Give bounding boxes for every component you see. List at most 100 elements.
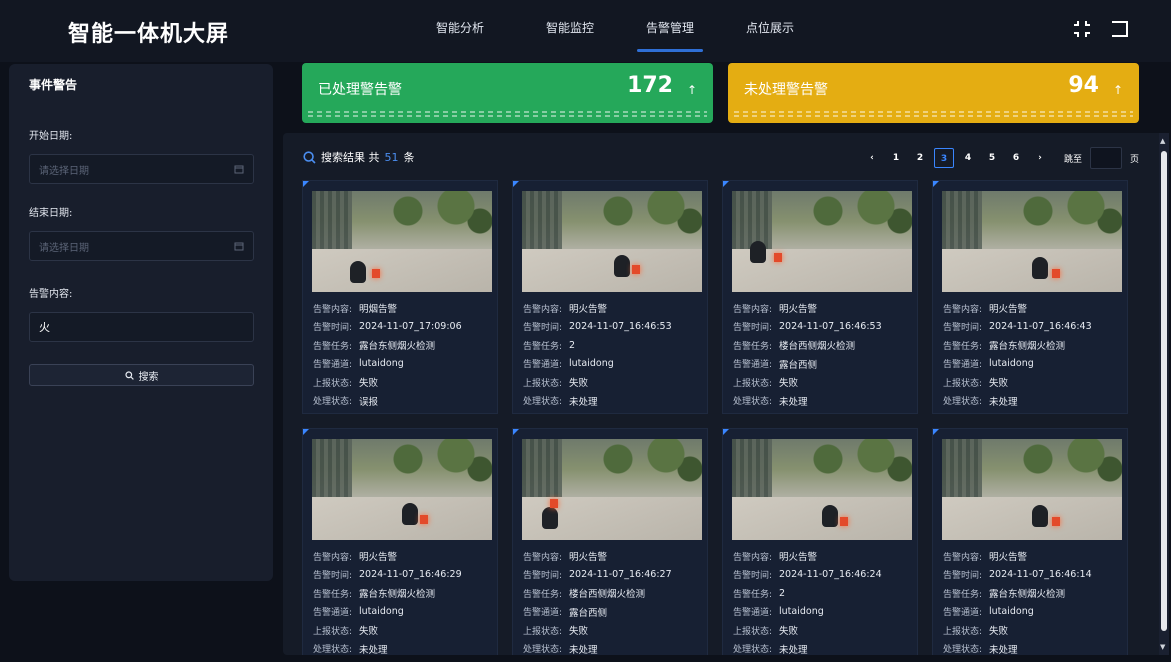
info-row-content: 告警内容: 明火告警: [943, 547, 1123, 566]
report-status-value: 失败: [569, 378, 589, 390]
field-label: 告警任务:: [733, 589, 773, 600]
alarm-card[interactable]: 告警内容: 明火告警 告警时间: 2024-11-07_16:46:14 告警任务:…: [932, 428, 1128, 655]
card-corner-marker: [933, 181, 939, 187]
alarm-card[interactable]: 告警内容: 明火告警 告警时间: 2024-11-07_16:46:27 告警任务:…: [512, 428, 708, 655]
page-button-2[interactable]: 2: [910, 148, 930, 168]
card-corner-marker: [303, 429, 309, 435]
decorative-dash-pattern: [308, 109, 707, 117]
field-label: 处理状态:: [313, 645, 353, 655]
field-label: 处理状态:: [523, 397, 563, 408]
page-next-button[interactable]: ›: [1030, 148, 1050, 168]
report-status-value: 失败: [989, 626, 1009, 638]
search-icon: [124, 370, 134, 380]
report-status-value: 失败: [359, 626, 379, 638]
field-label: 上报状态:: [313, 626, 353, 637]
alarm-channel-value: lutaidong: [989, 606, 1034, 618]
alarm-info: 告警内容: 明火告警 告警时间: 2024-11-07_16:46:24 告警任务:…: [733, 547, 913, 655]
alarm-time-value: 2024-11-07_16:46:24: [779, 569, 882, 581]
info-row-time: 告警时间: 2024-11-07_16:46:14: [943, 566, 1123, 585]
results-scrollbar[interactable]: ▲ ▼: [1159, 133, 1169, 655]
alarm-snapshot-image[interactable]: [732, 439, 912, 540]
main-nav: 智能分析 智能监控 告警管理 点位展示: [400, 0, 820, 62]
filter-sidebar: 事件警告 开始日期: 请选择日期 结束日期: 请选择日期 告警内容: 火 搜索: [9, 64, 273, 581]
nav-tab-point-display[interactable]: 点位展示: [720, 0, 820, 62]
search-button[interactable]: 搜索: [29, 364, 254, 386]
alarm-snapshot-image[interactable]: [942, 191, 1122, 292]
report-status-value: 失败: [569, 626, 589, 638]
card-corner-marker: [303, 181, 309, 187]
alarm-channel-value: lutaidong: [989, 358, 1034, 370]
field-label: 告警任务:: [313, 589, 353, 600]
alarm-content-input[interactable]: 火: [29, 312, 254, 342]
info-row-time: 告警时间: 2024-11-07_16:46:27: [523, 566, 703, 585]
alarm-snapshot-image[interactable]: [312, 439, 492, 540]
scroll-thumb[interactable]: [1161, 151, 1167, 631]
start-date-input[interactable]: 请选择日期: [29, 154, 254, 184]
info-row-time: 告警时间: 2024-11-07_16:46:29: [313, 566, 493, 585]
field-label: 告警任务:: [733, 341, 773, 352]
page-button-1[interactable]: 1: [886, 148, 906, 168]
sidebar-title: 事件警告: [29, 78, 78, 92]
page-button-6[interactable]: 6: [1006, 148, 1026, 168]
alarm-card[interactable]: 告警内容: 明火告警 告警时间: 2024-11-07_16:46:53 告警任务:…: [722, 180, 918, 414]
alarm-card[interactable]: 告警内容: 明火告警 告警时间: 2024-11-07_16:46:29 告警任务:…: [302, 428, 498, 655]
calendar-icon: [234, 242, 244, 251]
scroll-up-icon[interactable]: ▲: [1160, 137, 1165, 145]
nav-tab-monitor[interactable]: 智能监控: [520, 0, 620, 62]
alarm-card[interactable]: 告警内容: 明火告警 告警时间: 2024-11-07_16:46:53 告警任务:…: [512, 180, 708, 414]
info-row-report: 上报状态: 失败: [943, 373, 1123, 392]
alarm-card[interactable]: 告警内容: 明火告警 告警时间: 2024-11-07_16:46:43 告警任务:…: [932, 180, 1128, 414]
info-row-channel: 告警通道: lutaidong: [523, 355, 703, 374]
end-date-input[interactable]: 请选择日期: [29, 231, 254, 261]
snapshot-trees: [792, 191, 912, 241]
alarm-time-value: 2024-11-07_16:46:27: [569, 569, 672, 581]
page-button-4[interactable]: 4: [958, 148, 978, 168]
page-button-5[interactable]: 5: [982, 148, 1002, 168]
alarm-content-value: 明火告警: [569, 304, 608, 316]
field-label: 告警时间:: [313, 323, 353, 334]
nav-tab-analysis[interactable]: 智能分析: [400, 0, 520, 62]
alarm-content-value: 火: [39, 321, 50, 334]
snapshot-person: [350, 261, 366, 283]
report-status-value: 失败: [779, 626, 799, 638]
alarm-snapshot-image[interactable]: [522, 191, 702, 292]
snapshot-trees: [792, 439, 912, 489]
field-label: 上报状态:: [523, 378, 563, 389]
nav-tab-alarm-management[interactable]: 告警管理: [620, 0, 720, 62]
alarm-content-value: 明火告警: [569, 552, 608, 564]
field-label: 告警通道:: [523, 608, 563, 619]
alarm-snapshot-image[interactable]: [522, 439, 702, 540]
calendar-icon: [234, 165, 244, 174]
card-corner-marker: [723, 429, 729, 435]
info-row-channel: 告警通道: lutaidong: [943, 603, 1123, 622]
field-label: 告警内容:: [733, 304, 773, 315]
alarm-snapshot-image[interactable]: [312, 191, 492, 292]
field-label: 处理状态:: [733, 645, 773, 655]
alarm-card[interactable]: 告警内容: 明烟告警 告警时间: 2024-11-07_17:09:06 告警任务:…: [302, 180, 498, 414]
snapshot-person: [750, 241, 766, 263]
info-row-status: 处理状态: 误报: [313, 392, 493, 411]
field-label: 告警时间:: [943, 323, 983, 334]
field-label: 告警任务:: [313, 341, 353, 352]
field-label: 告警时间:: [313, 571, 353, 582]
info-row-status: 处理状态: 未处理: [733, 640, 913, 655]
logout-icon[interactable]: [1109, 18, 1131, 40]
info-row-content: 告警内容: 明火告警: [733, 547, 913, 566]
alarm-card[interactable]: 告警内容: 明火告警 告警时间: 2024-11-07_16:46:24 告警任务:…: [722, 428, 918, 655]
info-row-content: 告警内容: 明火告警: [943, 299, 1123, 318]
alarm-snapshot-image[interactable]: [942, 439, 1122, 540]
processed-alarm-count: 172: [627, 73, 673, 98]
info-row-task: 告警任务: 露台东侧烟火检测: [313, 336, 493, 355]
page-jump-input[interactable]: [1089, 147, 1122, 169]
alarm-snapshot-image[interactable]: [732, 191, 912, 292]
page-unit-label: 页: [1129, 154, 1139, 165]
fullscreen-exit-icon[interactable]: [1071, 18, 1093, 40]
info-row-report: 上报状态: 失败: [523, 373, 703, 392]
page-button-3[interactable]: 3: [933, 148, 954, 168]
start-date-placeholder: 请选择日期: [39, 165, 89, 177]
scroll-down-icon[interactable]: ▼: [1160, 643, 1165, 651]
process-status-value: 未处理: [779, 396, 808, 408]
snapshot-trees: [372, 439, 492, 489]
page-prev-button[interactable]: ‹: [862, 148, 882, 168]
alarm-info: 告警内容: 明火告警 告警时间: 2024-11-07_16:46:14 告警任务:…: [943, 547, 1123, 655]
